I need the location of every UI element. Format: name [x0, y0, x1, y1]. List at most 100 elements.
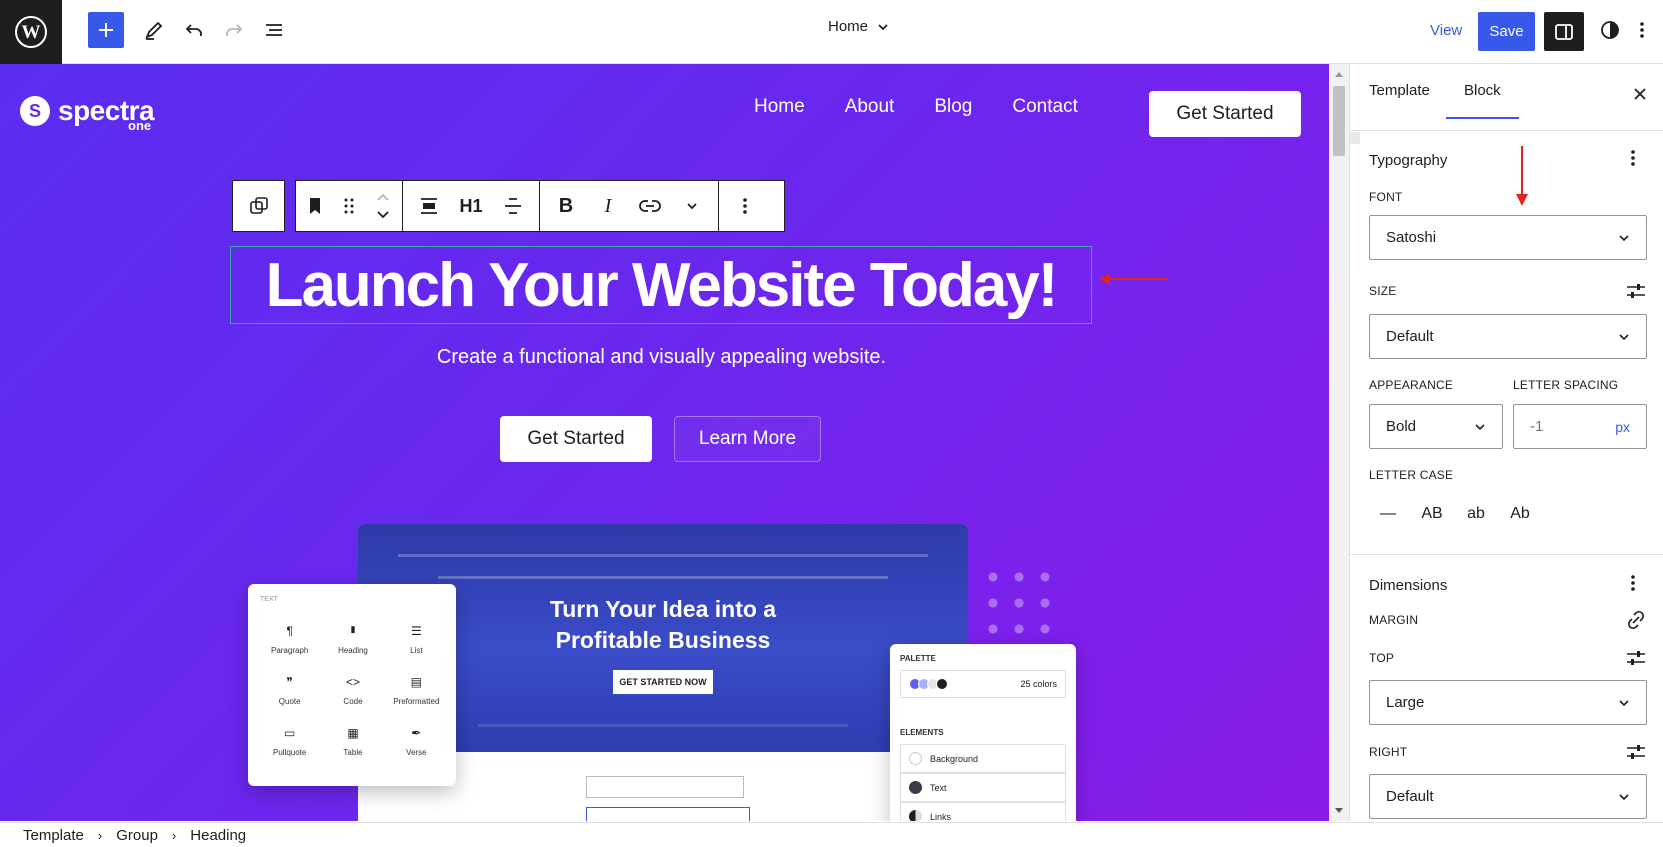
- tools-button[interactable]: [136, 12, 172, 48]
- redo-button[interactable]: [216, 12, 252, 48]
- margin-top-custom-button[interactable]: [1625, 647, 1647, 669]
- letter-case-capitalize-button[interactable]: Ab: [1501, 496, 1539, 532]
- add-block-button[interactable]: [88, 12, 124, 48]
- chevron-down-icon: [1619, 234, 1629, 241]
- dimensions-options-button[interactable]: [1630, 573, 1636, 598]
- pencil-icon: [145, 21, 163, 40]
- more-formatting-button[interactable]: [672, 186, 712, 226]
- hero-subheading[interactable]: Create a functional and visually appeali…: [0, 346, 1329, 369]
- tab-block[interactable]: Block: [1446, 82, 1519, 119]
- chevron-down-icon: [1475, 423, 1485, 430]
- move-arrows-icon: [377, 193, 389, 219]
- letter-case-none-button[interactable]: —: [1369, 496, 1407, 532]
- breadcrumb-heading[interactable]: Heading: [190, 827, 246, 844]
- save-button[interactable]: Save: [1478, 12, 1535, 51]
- block-item-preformatted: ▤ Preformatted: [393, 675, 440, 706]
- kebab-icon: [1631, 575, 1635, 591]
- wordpress-icon: W: [15, 16, 47, 48]
- link-button[interactable]: [630, 186, 670, 226]
- nav-item-about[interactable]: About: [845, 96, 895, 118]
- tab-template[interactable]: Template: [1369, 82, 1430, 99]
- margin-top-select[interactable]: Large: [1369, 680, 1647, 725]
- breadcrumb-group[interactable]: Group: [116, 827, 158, 844]
- chevron-right-icon: ›: [97, 827, 103, 843]
- letter-case-options: — AB ab Ab: [1369, 496, 1539, 532]
- letter-spacing-unit[interactable]: px: [1615, 419, 1630, 435]
- unlink-sides-button[interactable]: [1625, 609, 1647, 631]
- block-item-pullquote: ▭ Pullquote: [272, 726, 307, 757]
- select-parent-button[interactable]: [233, 186, 284, 226]
- size-custom-button[interactable]: [1625, 280, 1647, 302]
- margin-right-custom-button[interactable]: [1625, 741, 1647, 763]
- text-card-title: TEXT: [260, 596, 278, 603]
- panel-scroll-indicator: [1350, 132, 1360, 144]
- selected-heading-block[interactable]: Launch Your Website Today!: [230, 246, 1092, 324]
- view-link[interactable]: View: [1430, 22, 1462, 39]
- options-menu-button[interactable]: [1630, 12, 1654, 48]
- annotation-arrow-down: [1516, 146, 1528, 206]
- typography-options-button[interactable]: [1630, 148, 1636, 173]
- block-options-button[interactable]: [725, 186, 765, 226]
- margin-right-select[interactable]: Default: [1369, 774, 1647, 819]
- letter-case-lowercase-button[interactable]: ab: [1457, 496, 1495, 532]
- hero-learn-more-button[interactable]: Learn More: [674, 416, 821, 462]
- verse-icon: ✒: [411, 726, 422, 740]
- nav-item-contact[interactable]: Contact: [1012, 96, 1077, 118]
- wordpress-logo-button[interactable]: W: [0, 0, 62, 64]
- list-view-icon: [266, 24, 282, 36]
- document-title: Home: [828, 18, 869, 35]
- duplicate-icon: [249, 197, 268, 214]
- canvas-scrollbar[interactable]: [1329, 64, 1349, 821]
- block-item-heading: ▮ Heading: [338, 624, 368, 655]
- heading-level-button[interactable]: H1: [451, 186, 491, 226]
- header-get-started-button[interactable]: Get Started: [1149, 91, 1301, 137]
- kebab-icon: [1631, 150, 1635, 166]
- element-row-background: Background: [900, 744, 1066, 773]
- settings-sidebar: Template Block Typography FONT Satoshi S…: [1349, 64, 1663, 821]
- nav-item-home[interactable]: Home: [754, 96, 805, 118]
- close-sidebar-button[interactable]: [1625, 80, 1655, 110]
- text-align-button[interactable]: [493, 186, 533, 226]
- mockup-selection: [586, 807, 750, 821]
- drag-handle[interactable]: [334, 186, 364, 226]
- undo-icon: [185, 24, 202, 36]
- nav-item-blog[interactable]: Blog: [934, 96, 972, 118]
- font-select[interactable]: Satoshi: [1369, 215, 1647, 260]
- close-icon: [1634, 87, 1646, 100]
- letter-case-uppercase-button[interactable]: AB: [1413, 496, 1451, 532]
- bold-button[interactable]: B: [546, 186, 586, 226]
- link-icon: [639, 200, 661, 212]
- element-row-links: Links: [900, 802, 1066, 821]
- block-item-quote: ❞ Quote: [278, 675, 301, 706]
- settings-sidebar-toggle[interactable]: [1544, 12, 1584, 51]
- align-button[interactable]: [409, 186, 449, 226]
- document-title-dropdown[interactable]: Home: [828, 18, 890, 35]
- breadcrumb-template[interactable]: Template: [23, 827, 84, 844]
- letter-spacing-label: LETTER SPACING: [1513, 378, 1619, 392]
- bold-icon: B: [558, 194, 574, 217]
- styles-button[interactable]: [1592, 12, 1628, 48]
- move-up-down-buttons[interactable]: [366, 186, 400, 226]
- bookmark-icon: [310, 198, 320, 214]
- site-navigation: Home About Blog Contact: [754, 96, 1078, 118]
- italic-button[interactable]: I: [588, 186, 628, 226]
- sidebar-tabs: Template Block: [1350, 64, 1663, 131]
- sliders-icon: [1627, 284, 1645, 298]
- document-overview-button[interactable]: [256, 12, 292, 48]
- chevron-right-icon: ›: [171, 827, 177, 843]
- heading-block-button[interactable]: [298, 186, 332, 226]
- block-item-verse: ✒ Verse: [406, 726, 427, 757]
- pullquote-icon: ▭: [283, 726, 296, 740]
- block-item-list: ☰ List: [410, 624, 423, 655]
- undo-button[interactable]: [176, 12, 212, 48]
- quote-icon: ❞: [286, 675, 293, 689]
- margin-right-label: RIGHT: [1369, 745, 1408, 759]
- hero-get-started-button[interactable]: Get Started: [500, 416, 652, 462]
- letter-spacing-input[interactable]: -1 px: [1513, 404, 1647, 449]
- size-select[interactable]: Default: [1369, 314, 1647, 359]
- appearance-select[interactable]: Bold: [1369, 404, 1503, 449]
- mockup-cta: GET STARTED NOW: [613, 670, 713, 694]
- scrollbar-thumb[interactable]: [1333, 86, 1345, 156]
- editor-canvas[interactable]: S spectra one Home About Blog Contact Ge…: [0, 64, 1329, 821]
- table-icon: ▦: [347, 726, 359, 740]
